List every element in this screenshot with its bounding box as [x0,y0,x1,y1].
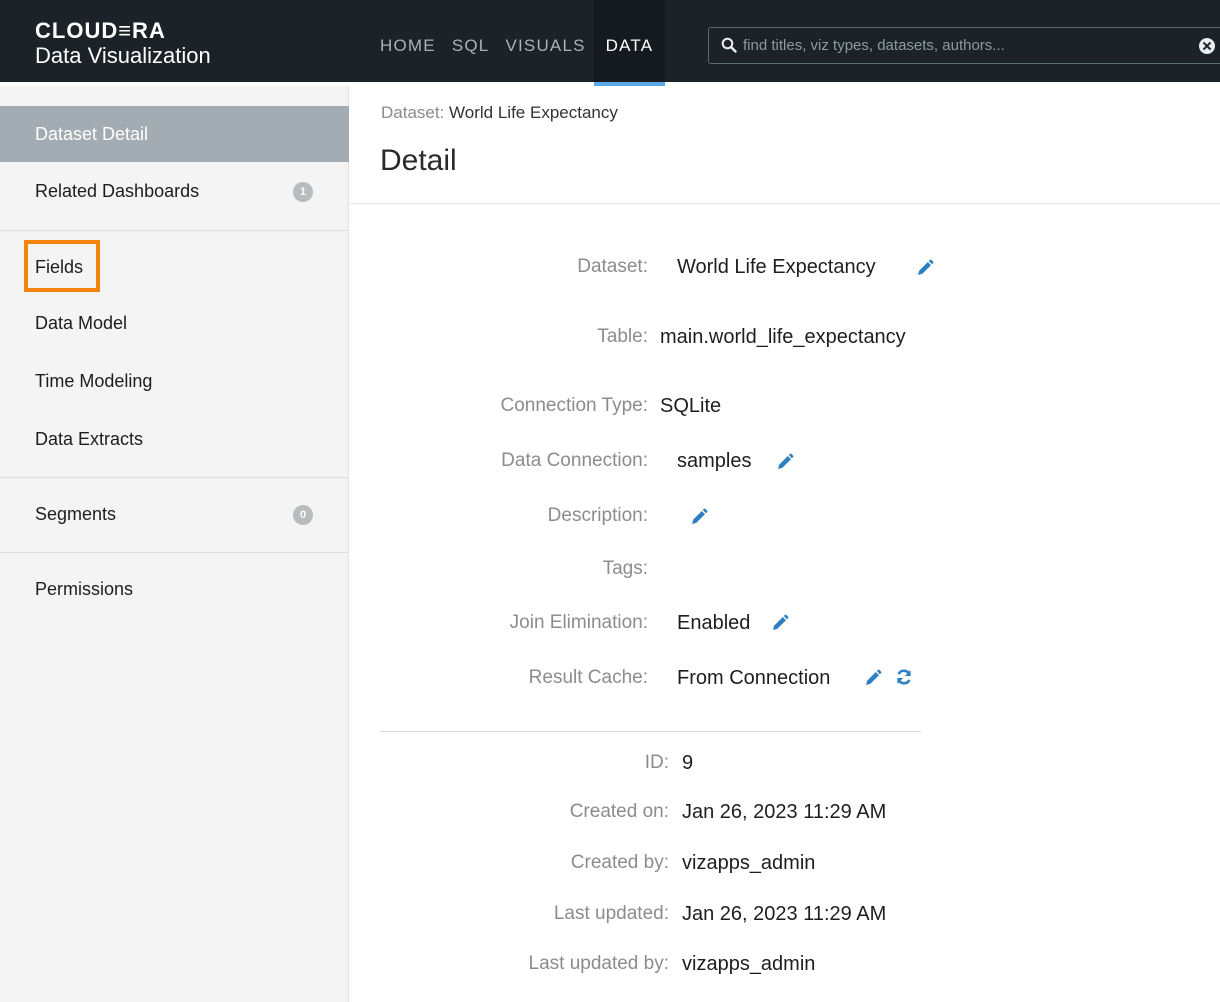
nav-visuals[interactable]: VISUALS [497,0,593,82]
last-updated-value: Jan 26, 2023 11:29 AM [682,903,887,925]
sidebar-divider [0,230,349,231]
metadata-divider [380,731,921,732]
data-connection-label: Data Connection: [501,450,648,471]
connection-type-value: SQLite [660,395,722,417]
edit-dataset-pencil-icon[interactable] [916,259,934,277]
id-label: ID: [644,752,669,773]
sidebar-item-data-extracts[interactable]: Data Extracts [0,411,349,467]
title-divider [350,203,1220,204]
sidebar-item-dataset-detail[interactable]: Dataset Detail [0,106,349,162]
sidebar-item-related-dashboards[interactable]: Related Dashboards 1 [0,163,349,219]
brand-logo[interactable]: CLOUD≡RA [35,18,166,44]
count-badge: 0 [293,505,313,525]
nav-sql[interactable]: SQL [444,0,498,82]
breadcrumb: Dataset: World Life Expectancy [381,103,618,123]
global-search [708,27,1220,64]
last-updated-label: Last updated: [553,903,669,924]
sidebar-item-data-model[interactable]: Data Model [0,295,349,351]
tags-label: Tags: [602,558,648,579]
sidebar-item-label: Data Model [35,313,128,333]
sidebar-item-label: Related Dashboards [35,181,200,201]
last-updated-by-label: Last updated by: [528,953,670,974]
last-updated-by-value: vizapps_admin [682,953,816,975]
description-label: Description: [547,505,648,526]
edit-description-pencil-icon[interactable] [690,508,708,526]
edit-connection-pencil-icon[interactable] [776,453,794,471]
created-on-value: Jan 26, 2023 11:29 AM [682,801,887,823]
created-by-value: vizapps_admin [682,852,816,874]
data-connection-value: samples [677,450,752,472]
edit-result-cache-pencil-icon[interactable] [864,669,882,687]
dataset-label: Dataset: [577,256,648,277]
main-nav: HOME SQL VISUALS DATA [372,0,666,86]
refresh-cache-icon[interactable] [895,668,913,686]
search-icon [721,37,737,53]
created-by-label: Created by: [570,852,669,873]
sidebar-item-label: Dataset Detail [35,124,149,144]
top-navigation-bar: CLOUD≡RA Data Visualization HOME SQL VIS… [0,0,1220,86]
sidebar-item-label: Data Extracts [35,429,144,449]
sidebar-item-label: Segments [35,504,117,524]
table-value: main.world_life_expectancy [660,326,906,348]
sidebar-item-label: Time Modeling [35,371,153,391]
id-value: 9 [682,752,694,774]
sidebar-divider [0,477,349,478]
nav-data[interactable]: DATA [593,0,666,86]
breadcrumb-dataset: World Life Expectancy [449,103,618,122]
sidebar-item-segments[interactable]: Segments 0 [0,486,349,542]
breadcrumb-prefix: Dataset: [381,103,445,122]
count-badge: 1 [293,182,313,202]
created-on-label: Created on: [569,801,669,822]
dataset-value: World Life Expectancy [677,256,876,278]
connection-type-label: Connection Type: [500,395,648,416]
sidebar-item-permissions[interactable]: Permissions [0,561,349,617]
edit-join-elimination-pencil-icon[interactable] [771,614,789,632]
dataset-sidebar: Dataset Detail Related Dashboards 1 Fiel… [0,86,349,1002]
search-input[interactable] [743,28,1183,63]
sidebar-item-time-modeling[interactable]: Time Modeling [0,353,349,409]
join-elimination-label: Join Elimination: [509,612,648,633]
sidebar-divider [0,552,349,553]
sidebar-item-label: Permissions [35,579,134,599]
join-elimination-value: Enabled [677,612,751,634]
product-name: Data Visualization [35,43,211,68]
result-cache-value: From Connection [677,667,831,689]
result-cache-label: Result Cache: [528,667,648,688]
highlight-callout-box [24,240,100,292]
table-label: Table: [597,326,648,347]
nav-home[interactable]: HOME [372,0,444,82]
clear-search-icon[interactable] [1199,38,1215,54]
page-title: Detail [380,144,457,177]
